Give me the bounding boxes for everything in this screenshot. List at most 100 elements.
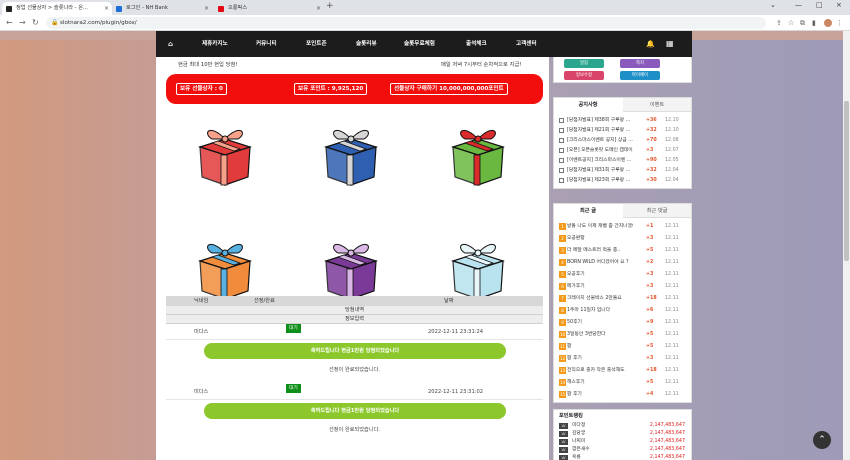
url-bar[interactable]: 🔒 slotnara2.com/plugin/gbox/ <box>46 17 766 29</box>
rank-number: 9 <box>559 319 566 326</box>
recent-post-item[interactable]: 7 크레이지 선물박스 2만둘요 +18 12.11 <box>559 294 689 303</box>
nav-item-community[interactable]: 커뮤니티 <box>256 31 277 57</box>
status-badge: 대기 <box>286 384 301 393</box>
checkbox-icon <box>559 118 564 123</box>
bell-icon[interactable]: 🔔 <box>646 31 655 57</box>
edit-profile-button[interactable]: 정보수정 <box>564 71 604 80</box>
rank-number: 15 <box>559 391 566 398</box>
tab-recent-posts[interactable]: 최근 글 <box>554 204 622 218</box>
checkbox-icon <box>559 148 564 153</box>
post-title: 3일동안 3번당한다 <box>567 332 606 337</box>
tab-event[interactable]: 이벤트 <box>623 98 691 112</box>
nav-item-free-slot[interactable]: 슬롯무료체험 <box>404 31 435 57</box>
alarm-button[interactable]: 알림 <box>564 59 604 68</box>
ranking-points: 2,147,483,647 <box>649 455 685 460</box>
mypage-button[interactable]: 마이페이 <box>620 71 660 80</box>
ranking-points: 2,147,483,647 <box>649 423 685 428</box>
recent-post-item[interactable]: 8 1주마 11일차 입니다 +6 12.11 <box>559 306 689 315</box>
post-count: +3 <box>646 284 654 289</box>
close-window-button[interactable]: × <box>836 1 842 9</box>
maximize-button[interactable]: □ <box>816 1 823 9</box>
ranking-item[interactable]: LV 나찌미 2,147,483,647 <box>559 438 689 446</box>
post-date: 12.11 <box>665 296 679 301</box>
gift-box-6[interactable] <box>443 233 513 303</box>
sidepanel-icon[interactable]: ▮ <box>812 19 816 27</box>
notice-item[interactable]: [당첨자발표] 제38회 구루왕 ... +36 12.10 <box>559 116 689 125</box>
profile-avatar[interactable] <box>824 19 832 27</box>
scrollbar-thumb[interactable] <box>844 101 849 261</box>
browser-tab[interactable]: 로그인 - NH Bank × <box>112 2 212 15</box>
new-tab-button[interactable]: + <box>326 1 334 11</box>
nav-item-pointzone[interactable]: 포인트존 <box>306 31 327 57</box>
ranking-item[interactable]: LV 미다정 2,147,483,647 <box>559 422 689 430</box>
rank-number: 2 <box>559 235 566 242</box>
site-container: ⌂ 제휴카지노 커뮤니티 포인트존 슬롯리뷰 슬롯무료체험 출석체크 고객센터 … <box>156 31 692 460</box>
close-icon[interactable]: × <box>104 2 109 15</box>
home-icon[interactable]: ⌂ <box>168 31 173 57</box>
gift-box-1[interactable] <box>190 119 260 189</box>
notice-item[interactable]: [오픈] 오픈슬롯팟 도메인 캡데이트 +3 12.07 <box>559 146 689 155</box>
notice-item[interactable]: [당첨자발표] 제23회 구루왕 ... +30 12.04 <box>559 176 689 185</box>
ranking-title: 포인트랭킹 <box>559 413 583 419</box>
ranking-item[interactable]: LV 흑룡 2,147,483,647 <box>559 454 689 460</box>
recent-post-item[interactable]: 10 3일동안 3번당한다 +5 12.11 <box>559 330 689 339</box>
browser-tab-active[interactable]: 정업 선물상자 > 슬롯나라 - 온... × <box>2 2 112 15</box>
browser-tab[interactable]: 오룡픽스 × <box>214 2 324 15</box>
nav-item-slot-review[interactable]: 슬롯리뷰 <box>356 31 377 57</box>
ranking-item[interactable]: LV 김당궁 2,147,483,647 <box>559 430 689 438</box>
recent-post-item[interactable]: 11 팝 +5 12.11 <box>559 342 689 351</box>
page-scrollbar[interactable] <box>843 31 850 460</box>
recent-post-item[interactable]: 12 팝 후기 +3 12.11 <box>559 354 689 363</box>
scroll-to-top-button[interactable]: ⌃ <box>813 431 831 449</box>
menu-dots-icon[interactable]: ⋮ <box>836 19 843 27</box>
notice-count: +36 <box>646 118 657 123</box>
recent-post-item[interactable]: 5 오공후기 +3 12.11 <box>559 270 689 279</box>
notice-date: 12.08 <box>665 138 679 143</box>
gift-box-4[interactable] <box>190 233 260 303</box>
reload-icon[interactable]: ↻ <box>32 18 39 27</box>
notice-item[interactable]: [이벤트공지] 크리스마스이벤 ... +90 12.05 <box>559 156 689 165</box>
post-date: 12.11 <box>665 380 679 385</box>
recent-post-item[interactable]: 1 방돌 나도 이제 캐뺑 좀 간지나겠어 +1 12.11 <box>559 222 689 231</box>
gift-box-2[interactable] <box>316 119 386 189</box>
back-icon[interactable]: ← <box>6 18 13 27</box>
recent-post-item[interactable]: 9 50후기 +9 12.11 <box>559 318 689 327</box>
tab-notice[interactable]: 공지사항 <box>554 98 622 112</box>
recent-post-item[interactable]: 13 전직으로 출카 작은 출석해도 +18 12.11 <box>559 366 689 375</box>
post-date: 12.11 <box>665 236 679 241</box>
grid-menu-icon[interactable]: ▦ <box>666 31 674 57</box>
share-icon[interactable]: ⇪ <box>776 19 782 27</box>
notice-item[interactable]: [크리스마스이벤트 공지] 상금 ... +70 12.08 <box>559 136 689 145</box>
recent-post-item[interactable]: 2 오공환항 +3 12.11 <box>559 234 689 243</box>
gift-box-3[interactable] <box>443 119 513 189</box>
recent-post-item[interactable]: 15 팝 후기 +4 12.11 <box>559 390 689 399</box>
forward-icon[interactable]: → <box>19 18 26 27</box>
ranking-item[interactable]: LV 깜은새수 2,147,483,647 <box>559 446 689 454</box>
tab-label: 오룡픽스 <box>228 5 248 11</box>
ranking-points: 2,147,483,647 <box>649 447 685 452</box>
notice-item[interactable]: [당첨자발표] 제31회 구루왕 ... +32 12.04 <box>559 166 689 175</box>
recent-post-item[interactable]: 4 BORN WILD 어디겠어야 요 ? +2 12.11 <box>559 258 689 267</box>
minimize-button[interactable]: — <box>795 1 802 9</box>
extensions-icon[interactable]: ⧉ <box>800 19 805 28</box>
nav-item-attendance[interactable]: 출석체크 <box>466 31 487 57</box>
close-icon[interactable]: × <box>204 2 209 15</box>
recent-post-item[interactable]: 14 헤스후기 +5 12.11 <box>559 378 689 387</box>
col-nickname: 닉네임 <box>194 298 209 304</box>
close-icon[interactable]: × <box>316 2 321 15</box>
message-button[interactable]: 쪽지 <box>620 59 660 68</box>
bookmark-icon[interactable]: ☆ <box>788 19 794 27</box>
gift-box-5[interactable] <box>316 233 386 303</box>
post-count: +4 <box>646 392 654 397</box>
tab-search-icon[interactable]: ⌄ <box>770 1 776 9</box>
recent-post-item[interactable]: 6 메가후기 +3 12.11 <box>559 282 689 291</box>
row-note: 선정이 완료되었습니다. <box>328 367 381 373</box>
recent-post-item[interactable]: 3더 메달 메스트러 먹을 종.. +5 12.11 <box>559 246 689 255</box>
tab-recent-comments[interactable]: 최근 댓글 <box>623 204 691 218</box>
post-count: +5 <box>646 248 654 253</box>
post-title: 헤스후기 <box>567 380 585 385</box>
notice-item[interactable]: [당첨자발표] 제21회 구루왕 ... +32 12.10 <box>559 126 689 135</box>
nav-item-support[interactable]: 고객센터 <box>516 31 537 57</box>
buy-gift-button[interactable]: 선물상자 구매하기 10,000,000,000포인트 <box>390 83 508 95</box>
nav-item-casino[interactable]: 제휴카지노 <box>202 31 228 57</box>
